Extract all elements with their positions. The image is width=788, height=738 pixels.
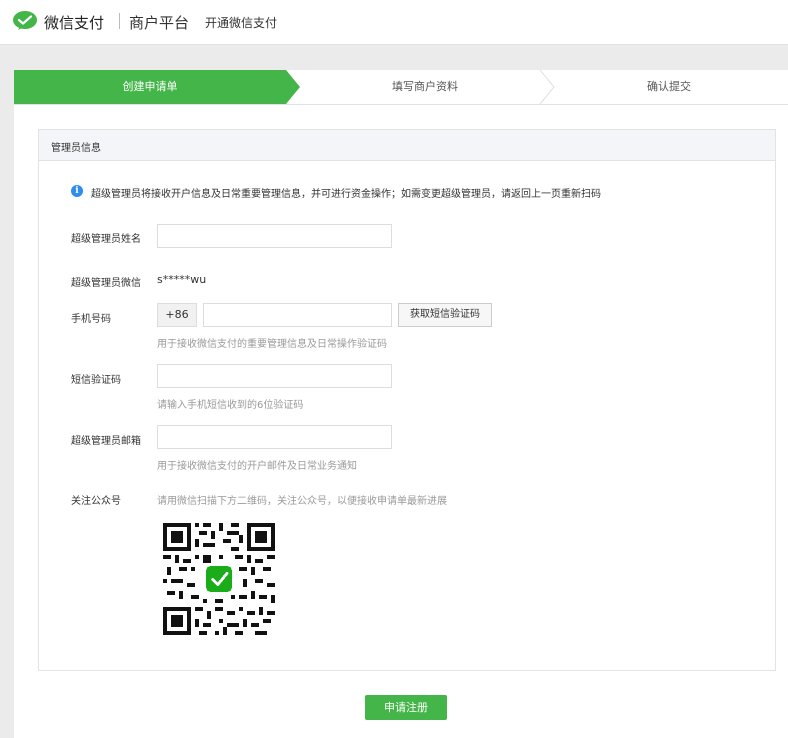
brand-name[interactable]: 微信支付 [44,12,104,33]
info-icon: i [71,185,83,197]
wechat-pay-logo-icon[interactable] [12,10,38,32]
sms-code-input[interactable] [157,364,392,388]
main-panel: 创建申请单 填写商户资料 确认提交 管理员信息 i 超级管理员将接收开户信息及日… [14,70,788,738]
sms-code-label: 短信验证码 [71,375,121,386]
admin-email-input[interactable] [157,425,392,449]
email-hint: 用于接收微信支付的开户邮件及日常业务通知 [157,461,357,472]
admin-wechat-value: s*****wu [157,273,207,286]
follow-account-hint: 请用微信扫描下方二维码，关注公众号，以便接收申请单最新进展 [157,496,447,507]
follow-account-label: 关注公众号 [71,496,121,507]
get-sms-code-button[interactable]: 获取短信验证码 [398,303,492,327]
admin-wechat-label: 超级管理员微信 [71,278,141,289]
card-header: 管理员信息 [39,130,775,161]
apply-register-button[interactable]: 申请注册 [365,695,447,720]
admin-name-input[interactable] [157,224,392,248]
phone-input[interactable] [203,303,392,327]
step-create-application: 创建申请单 [14,70,286,104]
sms-code-hint: 请输入手机短信收到的6位验证码 [157,400,304,411]
phone-hint: 用于接收微信支付的重要管理信息及日常操作验证码 [157,339,387,350]
phone-label: 手机号码 [71,314,111,325]
phone-country-code: +86 [157,303,197,327]
step-confirm-submit: 确认提交 [647,80,691,93]
top-bar: 微信支付 商户平台 开通微信支付 [0,0,788,45]
notice-text: 超级管理员将接收开户信息及日常重要管理信息，并可进行资金操作；如需变更超级管理员… [91,189,601,200]
step-arrow [286,70,300,104]
step-bar: 创建申请单 填写商户资料 确认提交 [14,70,788,105]
step-fill-merchant-info: 填写商户资料 [392,80,458,93]
brand-divider [119,13,120,29]
qr-code-icon [163,523,275,635]
platform-title: 商户平台 [129,14,190,32]
page-subtitle: 开通微信支付 [205,16,278,30]
admin-email-label: 超级管理员邮箱 [71,436,141,447]
card-title: 管理员信息 [51,143,101,154]
admin-name-label: 超级管理员姓名 [71,234,141,245]
admin-info-card: 管理员信息 i 超级管理员将接收开户信息及日常重要管理信息，并可进行资金操作；如… [38,129,776,671]
